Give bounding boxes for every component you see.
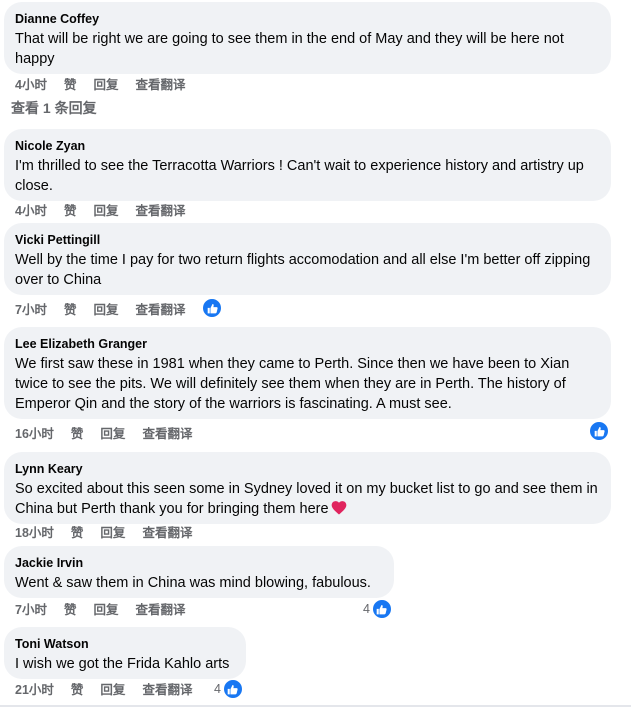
- comment-text: We first saw these in 1981 when they cam…: [15, 356, 570, 412]
- like-button[interactable]: 赞: [71, 426, 84, 442]
- reply-button[interactable]: 回复: [100, 682, 125, 698]
- reply-button[interactable]: 回复: [93, 602, 118, 618]
- like-button[interactable]: 赞: [64, 77, 77, 93]
- comment-time[interactable]: 21小时: [15, 682, 54, 698]
- comment-time[interactable]: 4小时: [15, 203, 47, 219]
- reply-button[interactable]: 回复: [93, 203, 118, 219]
- like-button[interactable]: 赞: [71, 682, 84, 698]
- comment-author[interactable]: Lee Elizabeth Granger: [15, 336, 599, 352]
- heart-emoji-icon: [331, 501, 346, 515]
- comment-text: Well by the time I pay for two return fl…: [15, 252, 591, 288]
- comment-bubble: Toni Watson I wish we got the Frida Kahl…: [4, 627, 246, 679]
- comment-time[interactable]: 18小时: [15, 525, 54, 541]
- comment-author[interactable]: Dianne Coffey: [15, 11, 599, 27]
- translate-button[interactable]: 查看翻译: [135, 77, 185, 93]
- translate-button[interactable]: 查看翻译: [135, 602, 185, 618]
- reply-button[interactable]: 回复: [93, 302, 118, 318]
- comment-time[interactable]: 4小时: [15, 77, 47, 93]
- comment-text: Went & saw them in China was mind blowin…: [15, 575, 371, 591]
- comment-text-body: So excited about this seen some in Sydne…: [15, 481, 598, 517]
- comment-text: So excited about this seen some in Sydne…: [15, 479, 599, 519]
- comment-author[interactable]: Toni Watson: [15, 636, 234, 652]
- reaction-summary[interactable]: [202, 298, 222, 318]
- translate-button[interactable]: 查看翻译: [142, 525, 192, 541]
- like-reaction-icon: [589, 421, 609, 441]
- comment-bubble: Vicki Pettingill Well by the time I pay …: [4, 223, 611, 295]
- like-reaction-icon: [371, 599, 392, 619]
- comment-actions: 16小时 赞回复 查看翻译: [15, 426, 209, 442]
- reply-button[interactable]: 回复: [93, 77, 118, 93]
- comment-actions: 18小时 赞回复 查看翻译: [15, 525, 209, 541]
- like-reaction-icon: [202, 298, 222, 318]
- like-button[interactable]: 赞: [64, 203, 77, 219]
- comment-author[interactable]: Jackie Irvin: [15, 555, 382, 571]
- comment-text: That will be right we are going to see t…: [15, 31, 564, 67]
- comment-bubble: Lee Elizabeth Granger We first saw these…: [4, 327, 611, 419]
- like-reaction-icon: [222, 679, 243, 699]
- reaction-count: 4: [214, 682, 221, 696]
- comment-author[interactable]: Nicole Zyan: [15, 138, 599, 154]
- reaction-summary[interactable]: 4: [363, 599, 392, 619]
- comment-bubble: Dianne Coffey That will be right we are …: [4, 2, 611, 74]
- comment-text: I wish we got the Frida Kahlo arts: [15, 656, 230, 672]
- comment-actions: 21小时 赞回复 查看翻译: [15, 682, 209, 698]
- like-button[interactable]: 赞: [64, 302, 77, 318]
- reaction-summary[interactable]: [589, 421, 609, 441]
- view-replies-link[interactable]: 查看 1 条回复: [11, 99, 97, 117]
- reaction-count: 4: [363, 602, 370, 616]
- like-button[interactable]: 赞: [71, 525, 84, 541]
- comment-actions: 7小时 赞回复 查看翻译: [15, 602, 203, 618]
- like-button[interactable]: 赞: [64, 602, 77, 618]
- translate-button[interactable]: 查看翻译: [135, 302, 185, 318]
- translate-button[interactable]: 查看翻译: [142, 682, 192, 698]
- comment-text: I'm thrilled to see the Terracotta Warri…: [15, 158, 584, 194]
- reply-button[interactable]: 回复: [100, 525, 125, 541]
- comment-actions: 4小时 赞回复 查看翻译: [15, 77, 203, 93]
- translate-button[interactable]: 查看翻译: [135, 203, 185, 219]
- comment-author[interactable]: Vicki Pettingill: [15, 232, 599, 248]
- reply-button[interactable]: 回复: [100, 426, 125, 442]
- comment-bubble: Jackie Irvin Went & saw them in China wa…: [4, 546, 394, 598]
- comment-time[interactable]: 7小时: [15, 602, 47, 618]
- comment-author[interactable]: Lynn Keary: [15, 461, 599, 477]
- comment-time[interactable]: 16小时: [15, 426, 54, 442]
- reaction-summary[interactable]: 4: [214, 679, 243, 699]
- comment-actions: 7小时 赞回复 查看翻译: [15, 302, 203, 318]
- comment-time[interactable]: 7小时: [15, 302, 47, 318]
- comment-bubble: Nicole Zyan I'm thrilled to see the Terr…: [4, 129, 611, 201]
- translate-button[interactable]: 查看翻译: [142, 426, 192, 442]
- comment-bubble: Lynn Keary So excited about this seen so…: [4, 452, 611, 524]
- comment-actions: 4小时 赞回复 查看翻译: [15, 203, 203, 219]
